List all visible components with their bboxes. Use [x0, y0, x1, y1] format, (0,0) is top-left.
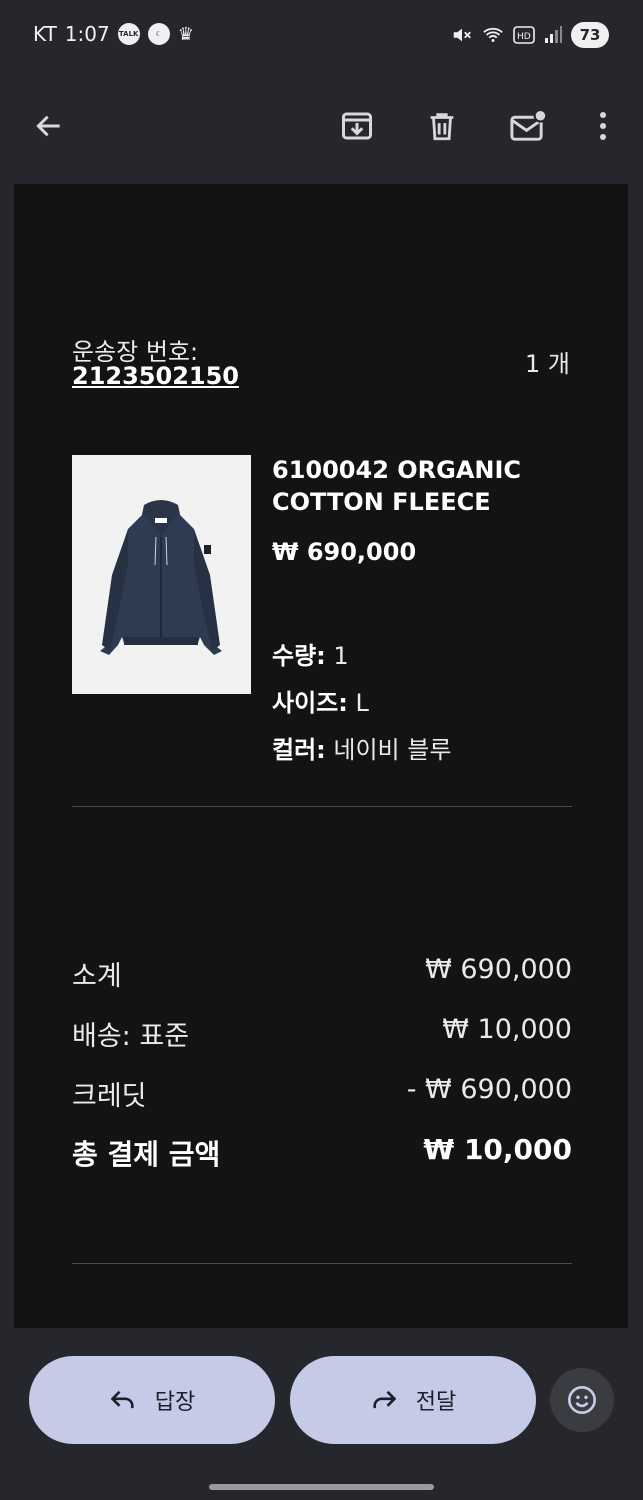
- credit-label: 크레딧: [72, 1081, 147, 1112]
- reply-icon: [110, 1390, 134, 1409]
- product-price: ₩ 690,000: [272, 538, 417, 566]
- more-vert-icon: [600, 112, 606, 140]
- dnd-moon-icon: ☾: [147, 23, 170, 45]
- svg-text:HD: HD: [517, 32, 531, 42]
- color-label: 컬러:: [272, 736, 326, 764]
- email-body: 운송장 번호: 2123502150 1 개 6100042 ORGANIC C…: [14, 184, 628, 1328]
- signal-icon: [545, 26, 562, 43]
- emoji-reaction-button[interactable]: [550, 1368, 614, 1432]
- quantity-line: 수량: 1: [272, 636, 349, 671]
- hd-icon: HD: [513, 26, 535, 44]
- divider: [72, 1263, 572, 1264]
- battery-indicator: 73: [571, 22, 609, 48]
- quantity-label: 수량:: [272, 642, 326, 670]
- size-line: 사이즈: L: [272, 683, 369, 718]
- reply-label: 답장: [154, 1390, 196, 1415]
- hoodie-illustration: [100, 500, 222, 655]
- total-label: 총 결제 금액: [72, 1138, 221, 1171]
- item-count: 1 개: [525, 350, 570, 378]
- more-options-button[interactable]: [583, 106, 623, 146]
- subtotal-value: ₩ 690,000: [425, 954, 572, 985]
- forward-button[interactable]: 전달: [290, 1356, 536, 1444]
- app-bar: [0, 72, 643, 184]
- color-line: 컬러: 네이비 블루: [272, 730, 451, 765]
- mark-unread-button[interactable]: [508, 106, 548, 146]
- talk-icon-label: TALK: [118, 30, 139, 38]
- archive-button[interactable]: [337, 106, 377, 146]
- back-arrow-icon: [36, 115, 60, 137]
- total-value: ₩ 10,000: [423, 1133, 572, 1166]
- product-image: [72, 455, 251, 694]
- size-label: 사이즈:: [272, 689, 348, 717]
- subtotal-label: 소계: [72, 961, 122, 992]
- mute-icon: [453, 28, 471, 42]
- status-right: HD 73: [451, 22, 609, 48]
- home-indicator[interactable]: [209, 1484, 434, 1490]
- shipping-value: ₩ 10,000: [442, 1014, 572, 1045]
- mail-unread-icon: [510, 108, 547, 141]
- emoji-icon: [568, 1386, 596, 1414]
- reply-button[interactable]: 답장: [29, 1356, 275, 1444]
- delete-button[interactable]: [422, 106, 462, 146]
- divider: [72, 806, 572, 807]
- color-value: 네이비 블루: [325, 736, 452, 764]
- product-name[interactable]: 6100042 ORGANIC COTTON FLEECE: [272, 454, 572, 518]
- forward-label: 전달: [415, 1390, 457, 1415]
- archive-icon: [342, 112, 372, 140]
- trash-icon: [430, 113, 454, 141]
- tracking-number-link[interactable]: 2123502150: [72, 362, 239, 390]
- bottom-action-bar: 답장 전달: [0, 1328, 643, 1500]
- size-value: L: [347, 689, 369, 717]
- carrier: KT: [33, 22, 57, 46]
- clock: 1:07: [64, 22, 110, 46]
- talk-icon: TALK: [117, 23, 140, 45]
- status-left: KT 1:07 TALK ☾ ♛: [33, 22, 194, 46]
- forward-icon: [373, 1390, 397, 1409]
- quantity-value: 1: [325, 642, 349, 670]
- back-button[interactable]: [29, 106, 69, 146]
- status-bar: KT 1:07 TALK ☾ ♛ HD 73: [0, 0, 643, 72]
- shipping-label: 배송: 표준: [72, 1021, 190, 1052]
- app-notification-icon: ♛: [177, 23, 194, 45]
- wifi-icon: [483, 27, 503, 42]
- credit-value: - ₩ 690,000: [406, 1074, 572, 1105]
